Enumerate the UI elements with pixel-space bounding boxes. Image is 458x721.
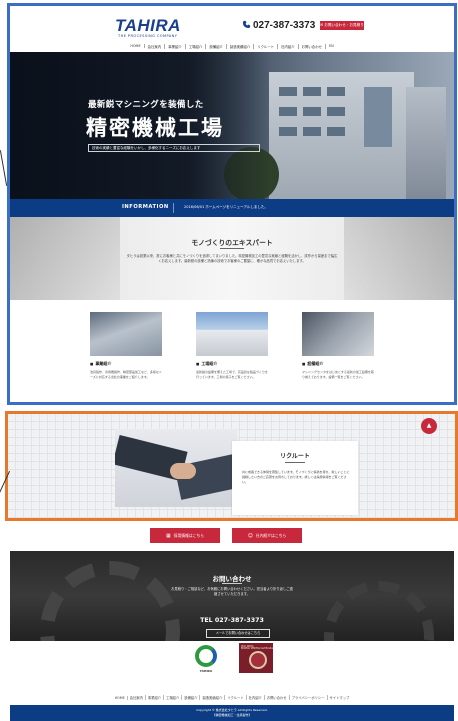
cta-row: ▦ 採用情報はこちら ☺ 社内紹介はこちら	[10, 524, 454, 551]
staff-intro-button[interactable]: ☺ 社内紹介はこちら	[232, 528, 302, 543]
monozukuri-section: モノづくりのエキスパート タヒラは創業以来、常にお客様と共にモノづくりを追求して…	[10, 217, 454, 300]
hero-title: 精密機械工場	[86, 115, 224, 140]
copyright-subtext: 【精密機械加工・治具製作】	[212, 713, 252, 717]
service-label: 事業紹介	[90, 361, 162, 367]
staff-intro-label: 社内紹介はこちら	[255, 533, 287, 538]
phone-number: 027-387-3373	[253, 20, 316, 31]
handshake-image	[115, 429, 237, 507]
service-label: 工場紹介	[196, 361, 268, 367]
footer-nav-item[interactable]: サイトマップ	[328, 695, 352, 700]
information-label: INFORMATION	[122, 204, 169, 210]
header-contact-label: お問い合わせ・お見積り	[324, 23, 364, 27]
building-icon: ▦	[165, 533, 171, 539]
contact-tel[interactable]: TEL 027-387-3373	[10, 617, 454, 624]
footer-nav-item[interactable]: 会社案内	[128, 695, 146, 700]
gear-background-icon	[324, 581, 434, 641]
footer-nav-item[interactable]: 工場紹介	[164, 695, 183, 700]
recruit-card[interactable]: リクルート 共に成長できる仲間を募集しています。モノづくりに情熱を持ち、新しいこ…	[232, 441, 358, 515]
service-card-equipment[interactable]: 設備紹介 マシニングセンタをはじめとする最新の加工設備を取り揃えております。設備…	[302, 312, 374, 380]
services-section: 事業紹介 治具製作、専用機製作、精密部品加工など、多様なニーズに対応する当社の事…	[10, 300, 454, 403]
business-image	[90, 312, 162, 356]
service-text: 最新鋭の設備を備えた工場で、高品質な製品づくりを行っています。工場の様子をご覧く…	[196, 370, 268, 379]
factory-image	[196, 312, 268, 356]
iso-certification-badge: ISO 9001 BUREAU VERITAS Certification	[239, 643, 274, 673]
factory-building-image	[269, 72, 414, 199]
footer-nav-item[interactable]: 製造実績紹介	[200, 695, 226, 700]
certification-seal-icon	[249, 651, 267, 669]
header-phone: 027-387-3373	[242, 20, 315, 31]
section-title: モノづくりのエキスパート	[191, 239, 273, 247]
footer-nav-item[interactable]: 事業紹介	[146, 695, 165, 700]
mail-contact-button[interactable]: メールでお問い合わせはこちら	[206, 629, 270, 638]
workshop-image-right	[344, 217, 454, 300]
gnav-item-contact[interactable]: お問い合わせ	[299, 43, 326, 49]
recruit-title: リクルート	[280, 453, 310, 460]
footer-nav-item[interactable]: 設備紹介	[182, 695, 201, 700]
contact-title: お問い合わせ	[212, 575, 252, 583]
information-bar: INFORMATION 2016/06/01 ホームページをリニューアルしました…	[10, 199, 454, 217]
service-card-business[interactable]: 事業紹介 治具製作、専用機製作、精密部品加工など、多様なニーズに対応する当社の事…	[90, 312, 162, 380]
hero-subtitle: 技術の実績と豊富な経験をいかし、多様化するニーズにお応えします	[88, 144, 260, 152]
hero-catch: 最新鋭マシニングを装備した	[88, 100, 204, 110]
hero-banner: 最新鋭マシニングを装備した 精密機械工場 技術の実績と豊富な経験をいかし、多様化…	[10, 52, 454, 199]
gnav-item-recruit[interactable]: リクルート	[254, 43, 279, 49]
footer-nav: HOME 会社案内 事業紹介 工場紹介 設備紹介 製造実績紹介 リクルート 社内…	[10, 690, 454, 705]
recruit-info-label: 採用情報はこちら	[173, 533, 205, 538]
site-logo-subtitle: THE PROCESSING COMPANY	[118, 34, 178, 38]
people-icon: ☺	[247, 533, 253, 539]
contact-section: お問い合わせ お見積り・ご相談など、お気軽にお問い合わせください。担当者より折り…	[10, 551, 454, 641]
site-logo[interactable]: TAHIRA	[115, 16, 181, 36]
gnav-item-equipment[interactable]: 設備紹介	[206, 43, 227, 49]
gnav-item-factory[interactable]: 工場紹介	[186, 43, 207, 49]
recruit-info-button[interactable]: ▦ 採用情報はこちら	[150, 528, 220, 543]
gnav-item-staff[interactable]: 社内紹介	[278, 43, 299, 49]
certification-logos: TAHIRA ISO 9001 BUREAU VERITAS Certifica…	[10, 641, 454, 690]
service-text: 治具製作、専用機製作、精密部品加工など、多様なニーズに対応する当社の事業をご紹介…	[90, 370, 162, 379]
service-card-factory[interactable]: 工場紹介 最新鋭の設備を備えた工場で、高品質な製品づくりを行っています。工場の様…	[196, 312, 268, 380]
annotation-line-top	[0, 150, 8, 186]
header-contact-button[interactable]: ✉ お問い合わせ・お見積り	[320, 21, 364, 30]
copyright-bar: Copyright © 株式会社タヒラ All Rights Reserved.…	[10, 705, 454, 721]
footer-nav-item[interactable]: リクルート	[225, 695, 247, 700]
company-g-logo	[195, 645, 217, 667]
footer-nav-item[interactable]: お問い合わせ	[265, 695, 290, 700]
service-text: マシニングセンタをはじめとする最新の加工設備を取り揃えております。設備一覧をご覧…	[302, 370, 374, 379]
gnav-item-company[interactable]: 会社案内	[145, 43, 166, 49]
recruit-text: 共に成長できる仲間を募集しています。モノづくりに情熱を持ち、新しいことに挑戦した…	[242, 470, 350, 484]
section-text: タヒラは創業以来、常にお客様と共にモノづくりを追求してまいりました。精密機械加工…	[126, 254, 338, 264]
page-top-button[interactable]: ▲	[421, 418, 437, 434]
service-label: 設備紹介	[302, 361, 374, 367]
footer-nav-item[interactable]: プライバシーポリシー	[290, 695, 328, 700]
footer-nav-item[interactable]: HOME	[113, 695, 128, 700]
workshop-image-left	[10, 217, 120, 300]
gnav-item-results[interactable]: 製造実績紹介	[227, 43, 255, 49]
global-nav: HOME 会社案内 事業紹介 工場紹介 設備紹介 製造実績紹介 リクルート 社内…	[10, 41, 454, 51]
recruit-section: リクルート 共に成長できる仲間を募集しています。モノづくりに情熱を持ち、新しいこ…	[7, 413, 456, 519]
information-item[interactable]: 2016/06/01 ホームページをリニューアルしました。	[184, 205, 268, 210]
chevron-up-icon: ▲	[426, 422, 432, 429]
gnav-item-home[interactable]: HOME	[127, 44, 145, 48]
gnav-item-english[interactable]: EN	[326, 44, 337, 48]
factory-tower-image	[406, 87, 446, 199]
iso-cert-label: BUREAU VERITAS Certification	[241, 647, 274, 650]
contact-text: お見積り・ご相談など、お気軽にお問い合わせください。担当者より折り返しご連絡させ…	[171, 587, 293, 597]
footer-nav-item[interactable]: 社内紹介	[247, 695, 265, 700]
phone-icon	[242, 20, 251, 29]
equipment-image	[302, 312, 374, 356]
gnav-item-business[interactable]: 事業紹介	[165, 43, 186, 49]
company-g-label: TAHIRA	[199, 669, 213, 673]
